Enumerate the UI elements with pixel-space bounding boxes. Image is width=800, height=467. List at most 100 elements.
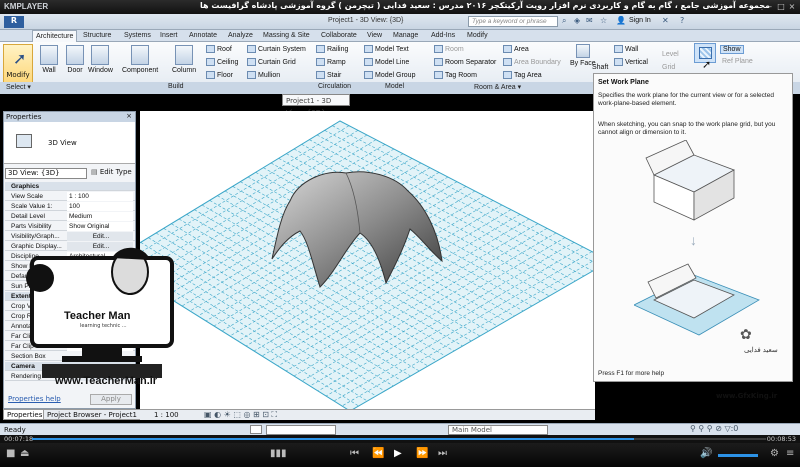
menu-icon[interactable]: ≡ [786,448,794,459]
roof-button[interactable]: Roof [206,45,232,53]
seek-bar[interactable]: 00:07:18 00:08:53 [0,435,800,443]
settings-icon[interactable]: ⚙ [770,448,779,459]
tag-area-button[interactable]: Tag Area [503,71,542,79]
stop-icon[interactable]: ■ [6,448,15,459]
properties-help-link[interactable]: Properties help [8,395,61,403]
user-icon[interactable]: 👤 [616,16,626,25]
apply-button[interactable]: Apply [90,394,132,405]
door-button[interactable]: Door [66,45,84,74]
canopy-model[interactable] [140,111,595,409]
volume-icon[interactable]: 🔊 [700,448,712,459]
subscription-icon[interactable]: ◈ [574,16,580,25]
grid-button[interactable]: Grid [662,64,675,71]
help-icon[interactable]: ? [680,16,684,25]
room-separator-button[interactable]: Room Separator [434,58,496,66]
component-button[interactable]: Component [122,45,158,74]
type-name: 3D View [48,139,77,147]
tab-architecture[interactable]: Architecture [32,30,78,42]
area-boundary-button[interactable]: Area Boundary [503,58,561,66]
tab-annotate[interactable]: Annotate [186,30,220,42]
previous-icon[interactable]: ⏮ [350,448,359,459]
communication-icon[interactable]: ✉ [586,16,593,25]
tab-structure[interactable]: Structure [80,30,114,42]
mullion-button[interactable]: Mullion [247,71,280,79]
ramp-button[interactable]: Ramp [316,58,346,66]
open-icon[interactable]: ⏏ [20,448,29,459]
show-work-plane-button[interactable]: Show [720,45,744,54]
exchange-icon[interactable]: ✕ [662,16,669,25]
vertical-opening-button[interactable]: Vertical [614,58,648,66]
property-key: Detail Level [11,213,45,220]
edit-type-button[interactable]: ▤ Edit Type [89,168,135,179]
sign-in-link[interactable]: Sign In [629,17,651,24]
tab-project-browser[interactable]: Project Browser - Project1 [43,409,141,420]
volume-slider[interactable] [718,454,758,457]
design-option-dropdown[interactable]: Main Model [448,425,548,435]
equalizer-icon[interactable]: ▮▮▮ [270,448,287,459]
type-selector[interactable]: 3D View [4,122,135,164]
binoculars-icon[interactable]: ⌕ [562,16,566,26]
favorites-icon[interactable]: ☆ [600,16,607,25]
wall-opening-button[interactable]: Wall [614,45,638,53]
ref-plane-button[interactable]: Ref Plane [722,58,753,65]
tab-massing-site[interactable]: Massing & Site [260,30,313,42]
tab-modify[interactable]: Modify [464,30,491,42]
3d-viewport[interactable] [140,111,595,409]
next-icon[interactable]: ⏭ [438,448,447,459]
forward-icon[interactable]: ⏩ [416,448,428,459]
room-button[interactable]: Room [434,45,464,53]
property-group-header[interactable]: Graphics [5,182,135,191]
area-button[interactable]: Area [503,45,529,53]
maximize-icon[interactable]: □ [777,2,785,11]
minimize-icon[interactable]: – [766,2,774,11]
edit-type-icon: ▤ [91,168,100,176]
property-value[interactable]: Medium [67,212,133,221]
tab-properties[interactable]: Properties [3,409,47,420]
tab-systems[interactable]: Systems [121,30,154,42]
view-control-icons[interactable]: ▣ ◐ ☀ ⬚ ◎ ⊞ ⊡ ⛶ [204,410,277,420]
revit-app-button[interactable]: R [4,16,24,28]
tag-room-button[interactable]: Tag Room [434,71,477,79]
level-button[interactable]: Level [662,51,679,58]
model-group-button[interactable]: Model Group [364,71,415,79]
view-window-tab[interactable]: Project1 - 3D View: {3D} [282,94,350,117]
model-text-button[interactable]: Model Text [364,45,409,53]
stair-button[interactable]: Stair [316,71,341,79]
railing-button[interactable]: Railing [316,45,348,53]
column-button[interactable]: Column [172,45,196,74]
seek-track[interactable] [32,438,766,440]
tab-manage[interactable]: Manage [390,30,421,42]
workset-dropdown[interactable] [266,425,336,435]
room-area-panel-label[interactable]: Room & Area ▾ [474,83,521,91]
wall-button[interactable]: Wall [40,45,58,74]
select-panel-dropdown[interactable]: Select ▾ [6,83,31,91]
curtain-grid-button[interactable]: Curtain Grid [247,58,296,66]
rewind-icon[interactable]: ⏪ [372,448,384,459]
property-value[interactable]: 100 [67,202,133,211]
tab-analyze[interactable]: Analyze [225,30,256,42]
close-palette-icon[interactable]: × [126,112,132,120]
property-value[interactable]: 1 : 100 [67,192,133,201]
curtain-system-button[interactable]: Curtain System [247,45,306,53]
view-instance-dropdown[interactable]: 3D View: {3D} [5,168,87,179]
selection-filter-icons[interactable]: ⚲ ⚲ ⚲ ⊘ ▽:0 [690,424,738,433]
floor-button[interactable]: Floor [206,71,233,79]
model-line-button[interactable]: Model Line [364,58,409,66]
window-button[interactable]: Window [88,45,113,74]
property-value[interactable]: Show Original [67,222,133,231]
modify-button[interactable]: ➚ Modify [3,44,33,84]
model-text-icon [364,45,373,53]
tab-view[interactable]: View [364,30,385,42]
close-icon[interactable]: × [788,2,796,11]
play-icon[interactable]: ▶ [394,448,402,459]
view-scale[interactable]: 1 : 100 [154,411,179,419]
workset-icon[interactable] [250,425,262,434]
tab-collaborate[interactable]: Collaborate [318,30,360,42]
tooltip-note: When sketching, you can snap to the work… [598,121,776,136]
tab-insert[interactable]: Insert [157,30,181,42]
canopy-shell[interactable] [271,171,443,288]
shaft-button[interactable]: Shaft [592,64,608,71]
tab-add-ins[interactable]: Add-Ins [428,30,458,42]
ceiling-button[interactable]: Ceiling [206,58,238,66]
search-input[interactable]: Type a keyword or phrase [468,16,558,27]
